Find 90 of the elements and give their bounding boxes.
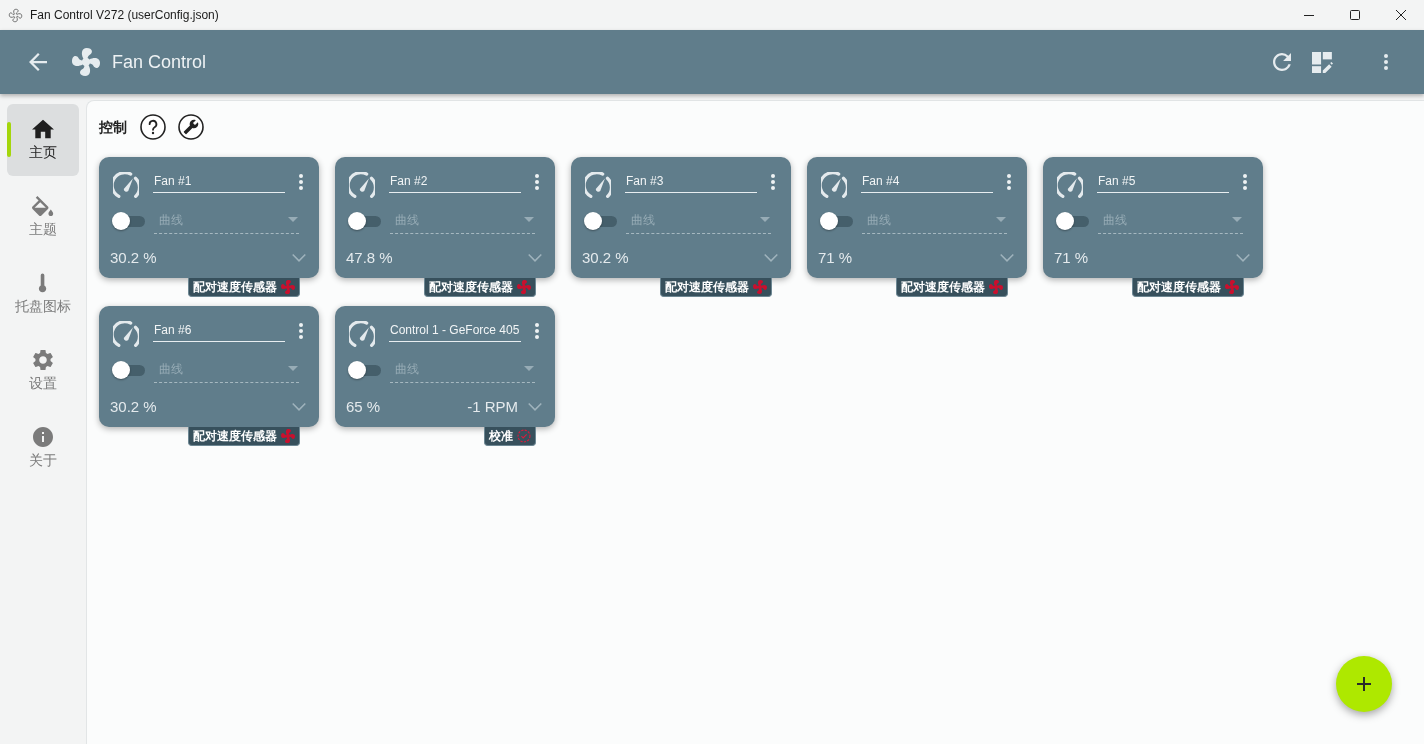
maximize-icon	[1350, 10, 1360, 20]
dashed-check-circle-icon	[517, 429, 531, 443]
name-field[interactable]: Fan #2	[389, 170, 521, 193]
gauge-icon	[349, 321, 375, 347]
chevron-down-icon[interactable]	[1235, 254, 1251, 262]
nav-item[interactable]: 托盘图标	[7, 258, 79, 330]
speed-percent: 71 %	[1054, 247, 1089, 268]
chevron-down-icon[interactable]	[291, 403, 307, 411]
minimize-icon	[1304, 14, 1314, 16]
toggle-switch[interactable]	[112, 360, 145, 380]
name-field[interactable]: Control 1 - GeForce 405	[389, 319, 521, 342]
toggle-switch[interactable]	[584, 211, 617, 231]
chevron-down-icon[interactable]	[291, 254, 307, 262]
back-arrow-icon[interactable]	[29, 53, 47, 71]
more-vertical-icon[interactable]	[1007, 174, 1011, 190]
refresh-icon[interactable]	[1273, 53, 1291, 71]
app-title: Fan Control	[112, 50, 207, 74]
nav-item[interactable]: 关于	[7, 412, 79, 484]
wrench-icon[interactable]	[178, 114, 204, 140]
speed-percent: 30.2 %	[110, 396, 157, 417]
pair-sensor-button[interactable]: 配对速度传感器	[424, 278, 536, 297]
dropdown-caret-icon	[1232, 217, 1242, 222]
paint-bucket-icon	[32, 196, 54, 216]
more-vertical-icon[interactable]	[1243, 174, 1247, 190]
fan-icon	[72, 48, 100, 76]
close-icon	[1396, 10, 1406, 20]
nav-item[interactable]: 主题	[7, 181, 79, 253]
add-icon	[1357, 677, 1371, 691]
name-field[interactable]: Fan #6	[153, 319, 285, 342]
pair-sensor-button[interactable]: 配对速度传感器	[660, 278, 772, 297]
gauge-icon	[821, 172, 847, 198]
active-marker-icon	[7, 122, 11, 157]
dashboard-edit-icon[interactable]	[1312, 51, 1333, 73]
gauge-icon	[585, 172, 611, 198]
toggle-switch[interactable]	[1056, 211, 1089, 231]
chevron-down-icon[interactable]	[999, 254, 1015, 262]
rpm-reading: -1 RPM	[467, 396, 518, 417]
more-vertical-icon[interactable]	[771, 174, 775, 190]
more-vertical-icon[interactable]	[299, 174, 303, 190]
fan-icon	[517, 280, 531, 294]
pair-sensor-button[interactable]: 配对速度传感器	[1132, 278, 1244, 297]
gauge-icon	[113, 321, 139, 347]
fan-icon	[1225, 280, 1239, 294]
name-field[interactable]: Fan #3	[625, 170, 757, 193]
fan-icon	[281, 429, 295, 443]
chevron-down-icon[interactable]	[527, 254, 543, 262]
speed-percent: 30.2 %	[110, 247, 157, 268]
nav-item[interactable]: 主页	[7, 104, 79, 176]
section-title: 控制	[99, 117, 127, 137]
settings-icon	[33, 350, 53, 370]
pair-sensor-button[interactable]: 配对速度传感器	[896, 278, 1008, 297]
fan-icon	[989, 280, 1003, 294]
fan-icon	[8, 7, 23, 23]
chevron-down-icon[interactable]	[527, 403, 543, 411]
pair-sensor-button[interactable]: 配对速度传感器	[188, 427, 300, 446]
help-icon[interactable]	[140, 114, 166, 140]
speed-percent: 71 %	[818, 247, 853, 268]
nav-item[interactable]: 设置	[7, 335, 79, 407]
toggle-switch[interactable]	[820, 211, 853, 231]
dropdown-caret-icon	[760, 217, 770, 222]
speed-percent: 65 %	[346, 396, 381, 417]
name-field[interactable]: Fan #1	[153, 170, 285, 193]
more-vertical-icon[interactable]	[299, 323, 303, 339]
dropdown-caret-icon	[288, 366, 298, 371]
more-vertical-icon[interactable]	[1384, 54, 1388, 70]
dropdown-caret-icon	[996, 217, 1006, 222]
speed-percent: 47.8 %	[346, 247, 393, 268]
name-field[interactable]: Fan #4	[861, 170, 993, 193]
toggle-switch[interactable]	[112, 211, 145, 231]
pair-sensor-button[interactable]: 配对速度传感器	[188, 278, 300, 297]
more-vertical-icon[interactable]	[535, 174, 539, 190]
gauge-icon	[349, 172, 375, 198]
fan-icon	[753, 280, 767, 294]
dropdown-caret-icon	[288, 217, 298, 222]
home-icon	[32, 119, 54, 139]
gauge-icon	[113, 172, 139, 198]
fan-icon	[281, 280, 295, 294]
gauge-icon	[1057, 172, 1083, 198]
dropdown-caret-icon	[524, 366, 534, 371]
info-icon	[33, 427, 53, 447]
toggle-switch[interactable]	[348, 211, 381, 231]
window-title: Fan Control V272 (userConfig.json)	[30, 7, 219, 24]
dropdown-caret-icon	[524, 217, 534, 222]
thermometer-icon	[38, 273, 48, 293]
more-vertical-icon[interactable]	[535, 323, 539, 339]
name-field[interactable]: Fan #5	[1097, 170, 1229, 193]
speed-percent: 30.2 %	[582, 247, 629, 268]
calibrate-button[interactable]: 校准	[484, 427, 536, 446]
chevron-down-icon[interactable]	[763, 254, 779, 262]
toggle-switch[interactable]	[348, 360, 381, 380]
